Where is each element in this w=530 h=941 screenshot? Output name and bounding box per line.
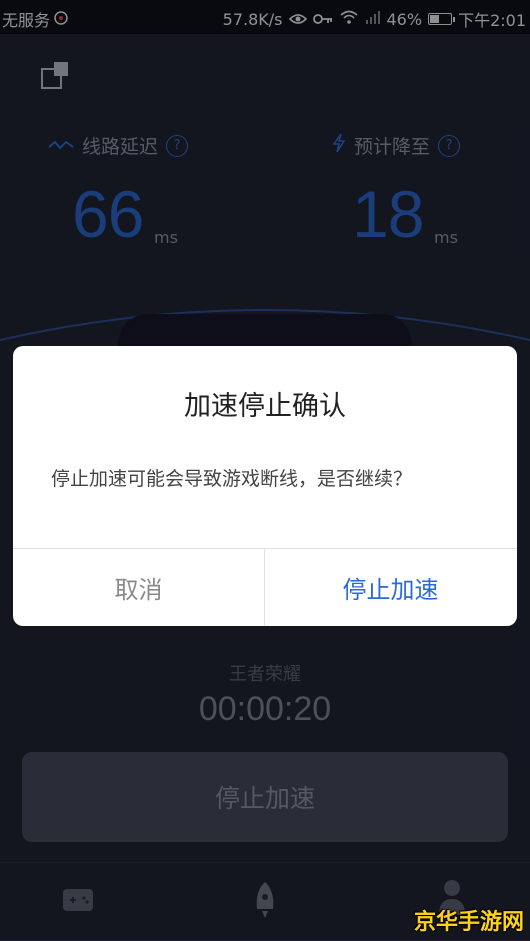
confirm-stop-button[interactable]: 停止加速 [265, 549, 516, 626]
latency-unit: ms [154, 228, 178, 247]
stop-acceleration-button[interactable]: 停止加速 [22, 752, 508, 842]
key-icon [312, 10, 333, 29]
expected-unit: ms [434, 228, 458, 247]
status-bar: 无服务 57.8K/s 46% 下午2:01 [0, 0, 530, 34]
watermark-logo: 京华手游网 [413, 910, 524, 935]
help-icon[interactable]: ? [438, 134, 461, 157]
expected-metric: 预计降至 ? [332, 132, 461, 159]
latency-label: 线路延迟 [82, 136, 159, 158]
stop-confirm-dialog: 加速停止确认 停止加速可能会导致游戏断线，是否继续？ 取消 停止加速 [13, 346, 517, 626]
game-name: 王者荣耀 [229, 664, 301, 685]
window-icon[interactable] [40, 60, 70, 90]
latency-metric: 线路延迟 ? [48, 132, 189, 159]
eye-icon [288, 10, 307, 29]
notification-icon [54, 10, 68, 29]
dialog-title: 加速停止确认 [184, 391, 346, 422]
expected-label: 预计降至 [354, 136, 431, 158]
help-icon[interactable]: ? [166, 134, 189, 157]
dialog-message: 停止加速可能会导致游戏断线，是否继续？ [51, 468, 413, 490]
bolt-icon [332, 133, 346, 158]
carrier-text: 无服务 [2, 11, 51, 30]
latency-value: 66 [72, 177, 144, 251]
gamepad-icon[interactable] [62, 885, 94, 917]
expected-value: 18 [352, 177, 424, 251]
network-speed: 57.8K/s [222, 9, 283, 29]
rocket-icon[interactable] [253, 881, 277, 923]
status-bar-left: 无服务 [2, 7, 68, 31]
pulse-icon [48, 135, 74, 157]
session-timer: 00:00:20 [198, 690, 332, 728]
battery-icon [428, 13, 456, 25]
clock: 下午2:01 [458, 11, 526, 30]
battery-percent: 46% [386, 9, 423, 29]
cancel-button[interactable]: 取消 [13, 549, 264, 626]
signal-icon [365, 9, 381, 29]
wifi-icon [339, 9, 359, 29]
status-bar-right: 57.8K/s 46% 下午2:01 [223, 7, 526, 31]
